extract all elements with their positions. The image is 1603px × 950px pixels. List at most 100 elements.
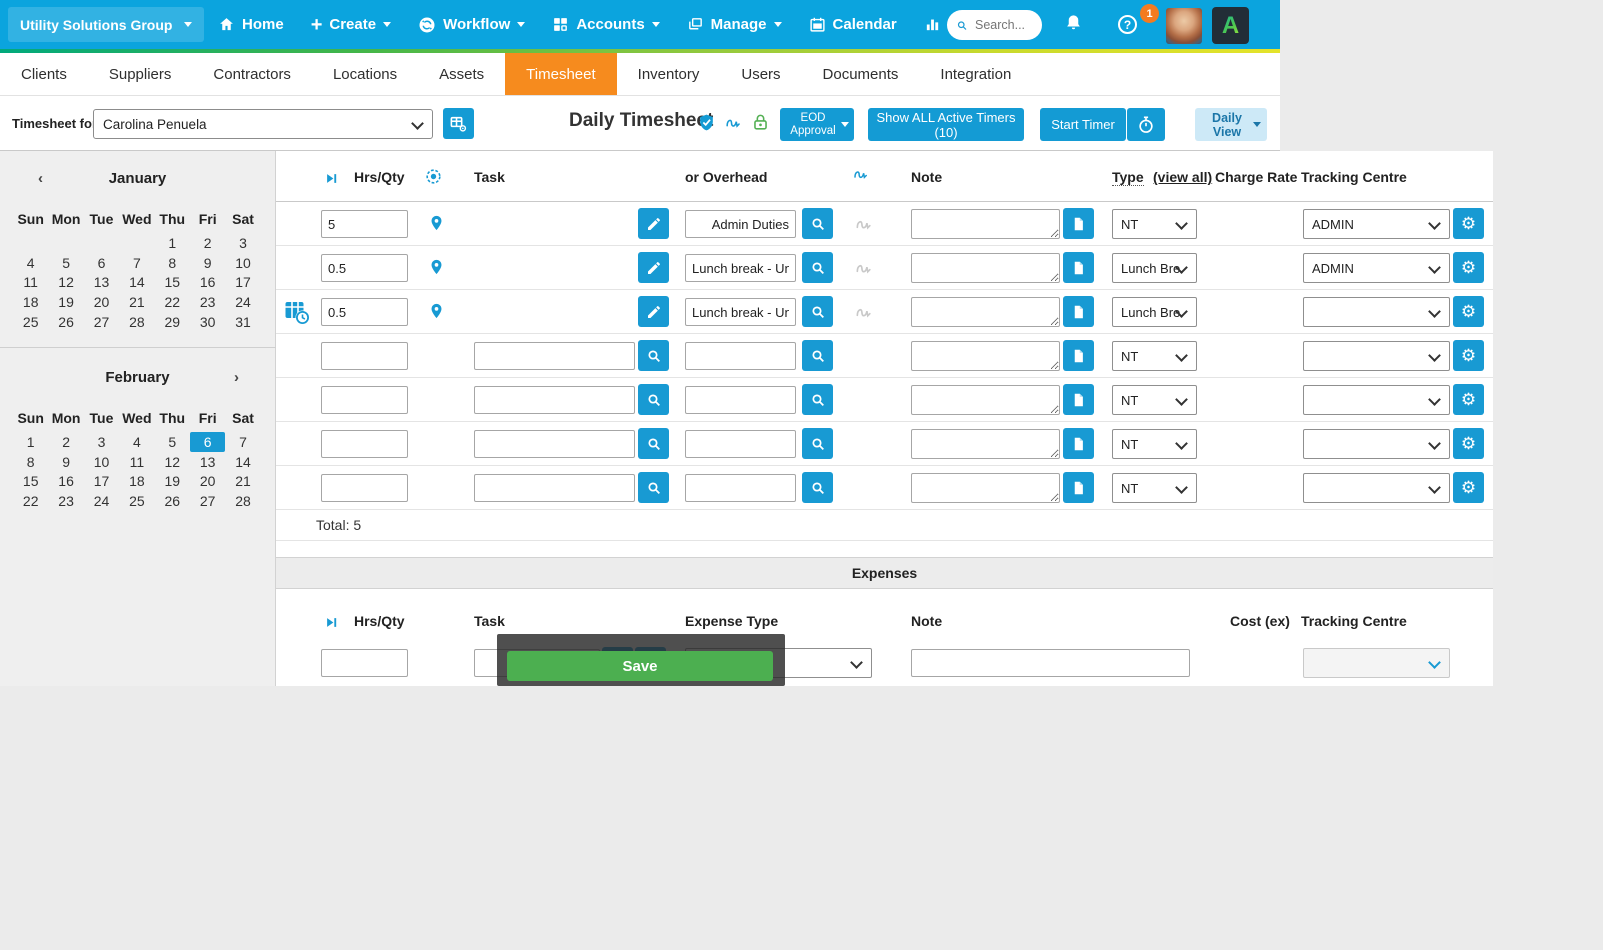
task-input[interactable]	[474, 342, 635, 370]
note-template-button[interactable]	[1063, 340, 1094, 371]
search-overhead-button[interactable]	[802, 340, 833, 371]
calendar-day[interactable]: 18	[119, 472, 154, 492]
nav-accounts[interactable]: Accounts	[552, 16, 659, 33]
hours-input[interactable]	[321, 386, 408, 414]
calendar-day[interactable]: 6	[84, 253, 119, 273]
calendar-day[interactable]: 20	[190, 472, 225, 492]
note-template-button[interactable]	[1063, 252, 1094, 283]
tracking-centre-select[interactable]: ADMIN	[1303, 253, 1450, 283]
search-task-button[interactable]	[638, 472, 669, 503]
note-template-button[interactable]	[1063, 384, 1094, 415]
tab-contractors[interactable]: Contractors	[192, 53, 312, 95]
type-select[interactable]: NT	[1112, 473, 1197, 503]
tab-clients[interactable]: Clients	[0, 53, 88, 95]
note-template-button[interactable]	[1063, 472, 1094, 503]
timesheet-settings-button[interactable]	[443, 108, 474, 139]
signature-icon[interactable]	[852, 165, 870, 183]
calendar-day[interactable]: 31	[225, 312, 260, 332]
search-overhead-button[interactable]	[802, 208, 833, 239]
signature-icon[interactable]	[724, 113, 743, 132]
type-select[interactable]: NT	[1112, 341, 1197, 371]
calendar-day[interactable]: 30	[190, 312, 225, 332]
calendar-day[interactable]: 8	[13, 452, 48, 472]
calendar-day[interactable]: 12	[155, 452, 190, 472]
user-avatar[interactable]	[1166, 8, 1202, 44]
search-overhead-button[interactable]	[802, 472, 833, 503]
note-textarea[interactable]	[911, 341, 1060, 371]
calendar-day[interactable]: 26	[155, 491, 190, 511]
tab-assets[interactable]: Assets	[418, 53, 505, 95]
task-input[interactable]	[474, 474, 635, 502]
calendar-day[interactable]: 5	[155, 432, 190, 452]
row-settings-button[interactable]: ⚙	[1453, 428, 1484, 459]
user-select[interactable]: Carolina Penuela	[93, 109, 433, 139]
calendar-day[interactable]: 11	[119, 452, 154, 472]
calendar-day[interactable]: 4	[13, 253, 48, 273]
lock-icon[interactable]	[751, 113, 770, 132]
map-pin-icon[interactable]	[428, 300, 445, 322]
calendar-day[interactable]: 16	[48, 472, 83, 492]
hours-input[interactable]	[321, 474, 408, 502]
start-timer-button[interactable]: Start Timer	[1040, 108, 1126, 141]
calendar-day[interactable]: 13	[190, 452, 225, 472]
tracking-centre-select[interactable]	[1303, 429, 1450, 459]
calendar-day[interactable]: 25	[119, 491, 154, 511]
calendar-day[interactable]: 17	[225, 273, 260, 293]
tab-users[interactable]: Users	[720, 53, 801, 95]
note-template-button[interactable]	[1063, 428, 1094, 459]
note-template-button[interactable]	[1063, 208, 1094, 239]
tab-locations[interactable]: Locations	[312, 53, 418, 95]
view-all-link[interactable]: (view all)	[1153, 169, 1212, 185]
calendar-day[interactable]: 1	[155, 233, 190, 253]
nav-manage[interactable]: Manage	[687, 16, 782, 33]
type-select[interactable]: Lunch Bre	[1112, 253, 1197, 283]
calendar-day[interactable]: 4	[119, 432, 154, 452]
calendar-day[interactable]: 15	[13, 472, 48, 492]
task-input[interactable]	[474, 386, 635, 414]
org-selector[interactable]: Utility Solutions Group	[8, 7, 204, 42]
overhead-input[interactable]	[685, 430, 796, 458]
type-select[interactable]: Lunch Bre	[1112, 297, 1197, 327]
skip-to-end-icon[interactable]	[324, 615, 339, 630]
tracking-centre-select[interactable]	[1303, 297, 1450, 327]
row-settings-button[interactable]: ⚙	[1453, 472, 1484, 503]
target-icon[interactable]	[424, 167, 443, 186]
calendar-day[interactable]: 14	[225, 452, 260, 472]
calendar-day[interactable]: 25	[13, 312, 48, 332]
calendar-day[interactable]: 10	[84, 452, 119, 472]
note-textarea[interactable]	[911, 253, 1060, 283]
tab-documents[interactable]: Documents	[802, 53, 920, 95]
task-input[interactable]	[474, 430, 635, 458]
nav-create[interactable]: +Create	[311, 16, 391, 33]
nav-calendar[interactable]: Calendar	[809, 16, 897, 33]
calendar-day[interactable]: 3	[225, 233, 260, 253]
calendar-day[interactable]: 21	[225, 472, 260, 492]
row-settings-button[interactable]: ⚙	[1453, 384, 1484, 415]
tracking-centre-select[interactable]	[1303, 385, 1450, 415]
note-textarea[interactable]	[911, 209, 1060, 239]
expense-tracking-select[interactable]	[1303, 648, 1450, 678]
hours-input[interactable]	[321, 298, 408, 326]
calendar-day[interactable]: 22	[155, 292, 190, 312]
stopwatch-button[interactable]	[1127, 108, 1165, 141]
calendar-day[interactable]: 21	[119, 292, 154, 312]
calendar-day[interactable]: 19	[48, 292, 83, 312]
calendar-day[interactable]: 7	[225, 432, 260, 452]
note-textarea[interactable]	[911, 385, 1060, 415]
row-settings-button[interactable]: ⚙	[1453, 252, 1484, 283]
expense-hours-input[interactable]	[321, 649, 408, 677]
hours-input[interactable]	[321, 210, 408, 238]
calendar-day-selected[interactable]: 6	[190, 432, 225, 452]
calendar-day[interactable]: 8	[155, 253, 190, 273]
map-pin-icon[interactable]	[428, 256, 445, 278]
calendar-day[interactable]: 9	[190, 253, 225, 273]
calendar-day[interactable]: 5	[48, 253, 83, 273]
calendar-day[interactable]: 11	[13, 273, 48, 293]
calendar-day[interactable]: 15	[155, 273, 190, 293]
note-textarea[interactable]	[911, 473, 1060, 503]
search-task-button[interactable]	[638, 428, 669, 459]
overhead-input[interactable]	[685, 342, 796, 370]
calendar-day[interactable]: 12	[48, 273, 83, 293]
tracking-centre-select[interactable]	[1303, 341, 1450, 371]
notification-badge[interactable]: 1	[1140, 4, 1159, 23]
